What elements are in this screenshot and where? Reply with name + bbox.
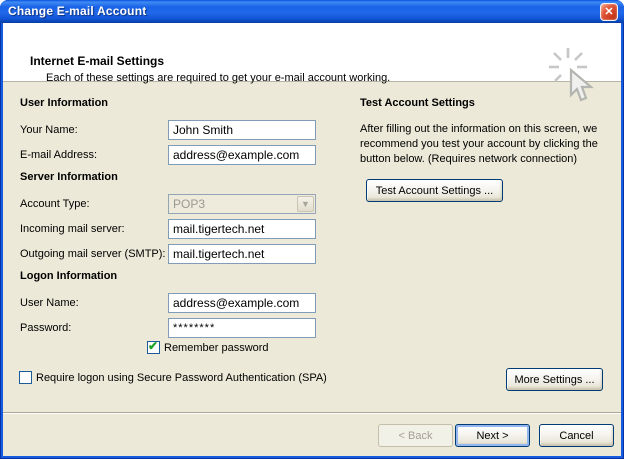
password-label: Password: xyxy=(20,322,71,334)
cursor-click-icon xyxy=(547,47,609,103)
title-bar[interactable]: Change E-mail Account ✕ xyxy=(0,0,624,23)
incoming-server-input[interactable] xyxy=(168,219,316,239)
header-title: Internet E-mail Settings xyxy=(30,54,164,68)
remember-password-label[interactable]: Remember password xyxy=(164,342,269,354)
user-name-input[interactable] xyxy=(168,293,316,313)
chevron-down-icon: ▼ xyxy=(297,196,314,212)
bottom-divider xyxy=(3,412,621,414)
spa-checkbox-label[interactable]: Require logon using Secure Password Auth… xyxy=(36,372,327,384)
spa-checkbox[interactable] xyxy=(19,371,32,384)
account-type-label: Account Type: xyxy=(20,198,90,210)
outgoing-server-label: Outgoing mail server (SMTP): xyxy=(20,248,165,260)
incoming-server-label: Incoming mail server: xyxy=(20,223,125,235)
header-subtitle: Each of these settings are required to g… xyxy=(46,72,390,84)
password-input[interactable] xyxy=(168,318,316,338)
close-icon[interactable]: ✕ xyxy=(600,3,618,21)
account-type-value: POP3 xyxy=(173,197,205,211)
test-account-settings-button[interactable]: Test Account Settings ... xyxy=(366,179,503,202)
more-settings-button[interactable]: More Settings ... xyxy=(506,368,603,391)
next-button[interactable]: Next > xyxy=(455,424,530,447)
email-address-label: E-mail Address: xyxy=(20,149,97,161)
logon-information-heading: Logon Information xyxy=(20,270,117,282)
test-account-settings-description: After filling out the information on thi… xyxy=(360,122,618,167)
remember-password-checkbox[interactable]: ✔ xyxy=(147,341,160,354)
your-name-label: Your Name: xyxy=(20,124,78,136)
your-name-input[interactable] xyxy=(168,120,316,140)
check-icon: ✔ xyxy=(148,340,158,353)
dialog-header: Internet E-mail Settings Each of these s… xyxy=(3,23,621,82)
test-account-settings-heading: Test Account Settings xyxy=(360,97,475,109)
change-email-account-dialog: Change E-mail Account ✕ Internet E-mail … xyxy=(0,0,624,459)
account-type-dropdown: POP3 ▼ xyxy=(168,194,316,214)
server-information-heading: Server Information xyxy=(20,171,118,183)
cancel-button[interactable]: Cancel xyxy=(539,424,614,447)
email-address-input[interactable] xyxy=(168,145,316,165)
dialog-body xyxy=(3,23,621,456)
user-name-label: User Name: xyxy=(20,297,79,309)
back-button: < Back xyxy=(378,424,453,447)
user-information-heading: User Information xyxy=(20,97,108,109)
window-title: Change E-mail Account xyxy=(8,4,146,18)
outgoing-server-input[interactable] xyxy=(168,244,316,264)
